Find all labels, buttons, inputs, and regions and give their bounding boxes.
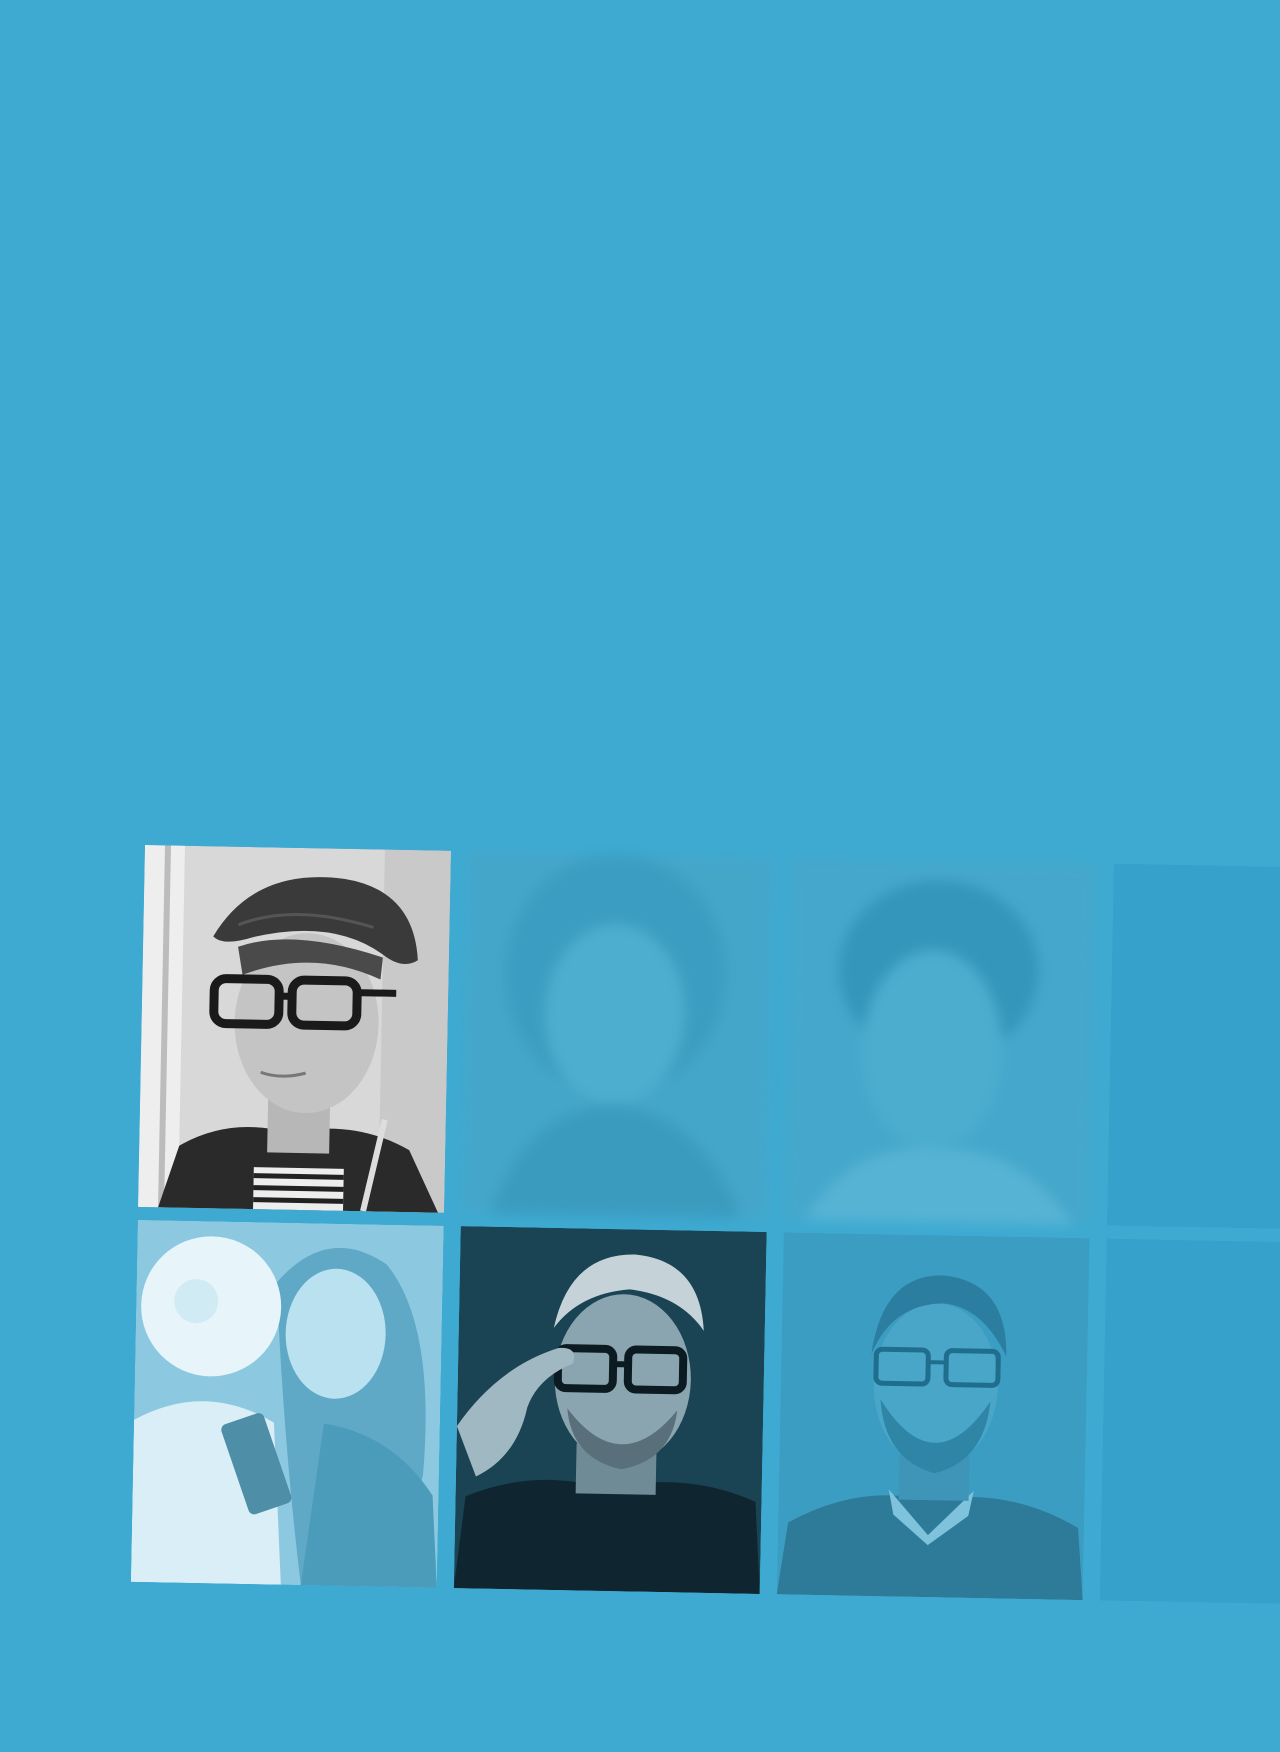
portrait-man-cap-glasses[interactable] [138,845,451,1213]
portrait-man-glasses-hand-image [453,1226,767,1594]
portrait-man-cap-glasses-image [138,845,451,1213]
portrait-man-beard-glasses-image [776,1232,1090,1601]
portrait-man-blurred[interactable] [783,857,1097,1226]
empty-tile-fill [1099,1238,1280,1607]
empty-tile [1106,863,1280,1232]
portrait-man-blurred-image [783,857,1097,1226]
portrait-woman-blurred-image [460,851,774,1220]
portrait-woman-robot-image [130,1219,444,1588]
empty-tile [1099,1238,1280,1607]
portrait-man-glasses-hand[interactable] [453,1226,767,1594]
portrait-woman-blurred[interactable] [460,851,774,1220]
portrait-grid [130,845,1280,1629]
empty-tile-fill [1106,863,1280,1232]
page-canvas [0,0,1280,1752]
portrait-woman-robot[interactable] [130,1219,444,1588]
portrait-man-beard-glasses[interactable] [776,1232,1090,1601]
